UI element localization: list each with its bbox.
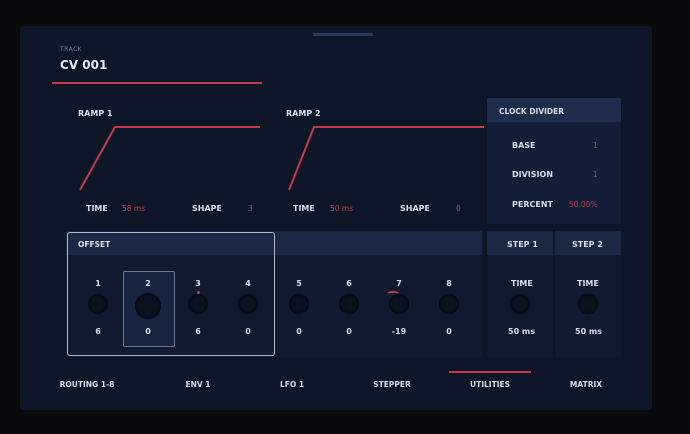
ramp1-time-value[interactable]: 58 ms (122, 204, 145, 213)
clock-divider-header: CLOCK DIVIDER (487, 98, 621, 122)
ramp2-time-label: TIME (293, 204, 315, 213)
offset-col-num: 2 (145, 279, 151, 288)
clock-divider-title: CLOCK DIVIDER (499, 107, 565, 116)
ramp1-time-label: TIME (86, 204, 108, 213)
clock-base-label: BASE (512, 141, 536, 150)
tab-env1[interactable]: ENV 1 (153, 380, 243, 389)
ramp1-envelope-graph (79, 126, 260, 191)
screen: TRACK CV 001 RAMP 1 TIME 58 ms SHAPE 3 R… (20, 26, 652, 410)
clock-percent-value[interactable]: 50.00% (569, 200, 598, 209)
tab-routing[interactable]: ROUTING 1-8 (42, 380, 132, 389)
offset-col-value: 0 (446, 327, 452, 336)
offset-col-num: 8 (446, 279, 452, 288)
offset-col-value: 0 (245, 327, 251, 336)
ramp1-panel[interactable]: RAMP 1 TIME 58 ms SHAPE 3 (60, 96, 270, 226)
clock-percent-label: PERCENT (512, 200, 553, 209)
ramp1-shape-label: SHAPE (192, 204, 222, 213)
step1-knob[interactable] (510, 294, 530, 314)
offset-col-num: 7 (396, 279, 402, 288)
ramp2-shape-label: SHAPE (400, 204, 430, 213)
offset-knob[interactable] (88, 294, 108, 314)
offset-knob[interactable] (135, 293, 161, 319)
offset-col-num: 4 (245, 279, 251, 288)
offset-knob[interactable] (339, 294, 359, 314)
offset-col-value: 0 (296, 327, 302, 336)
ramp1-shape-value[interactable]: 3 (248, 204, 253, 213)
device-bezel: TRACK CV 001 RAMP 1 TIME 58 ms SHAPE 3 R… (0, 0, 690, 434)
offset-col-value: 0 (346, 327, 352, 336)
step2-panel[interactable]: STEP 2 TIME 50 ms (555, 231, 621, 357)
offset-knob[interactable] (238, 294, 258, 314)
offset-col-value: 6 (95, 327, 101, 336)
ramp2-envelope-graph (288, 126, 484, 191)
offset-col-value: -19 (391, 327, 407, 336)
track-underline (52, 82, 262, 84)
clock-base-value[interactable]: 1 (593, 141, 598, 150)
step1-panel[interactable]: STEP 1 TIME 50 ms (487, 231, 553, 357)
offset-panel: OFFSET 1 6 2 0 3 6 4 0 5 0 6 0 7 -19 8 0 (66, 231, 482, 357)
ramp2-shape-value[interactable]: 0 (456, 204, 461, 213)
step1-title: STEP 1 (507, 240, 538, 249)
offset-knob[interactable] (439, 294, 459, 314)
clock-division-value[interactable]: 1 (593, 170, 598, 179)
step1-time-label: TIME (511, 279, 533, 288)
track-label: TRACK (60, 46, 83, 53)
tab-lfo1[interactable]: LFO 1 (247, 380, 337, 389)
ramp1-title: RAMP 1 (78, 109, 113, 118)
offset-knob[interactable] (188, 294, 208, 314)
screen-notch (313, 33, 373, 36)
active-tab-indicator (449, 371, 531, 373)
offset-col-num: 6 (346, 279, 352, 288)
step2-time-label: TIME (577, 279, 599, 288)
offset-col-num: 3 (195, 279, 201, 288)
tab-stepper[interactable]: STEPPER (347, 380, 437, 389)
offset-col-num: 1 (95, 279, 101, 288)
offset-col-num: 5 (296, 279, 302, 288)
ramp2-title: RAMP 2 (286, 109, 321, 118)
tab-matrix[interactable]: MATRIX (541, 380, 631, 389)
step2-knob[interactable] (578, 294, 598, 314)
track-name[interactable]: CV 001 (60, 58, 107, 72)
offset-col-value: 6 (195, 327, 201, 336)
offset-col-value: 0 (145, 327, 151, 336)
offset-knob[interactable] (289, 294, 309, 314)
offset-knob[interactable] (389, 294, 409, 314)
ramp2-panel[interactable]: RAMP 2 TIME 50 ms SHAPE 0 (270, 96, 485, 226)
clock-divider-panel[interactable]: CLOCK DIVIDER BASE 1 DIVISION 1 PERCENT … (487, 98, 621, 224)
tab-utilities[interactable]: UTILITIES (445, 380, 535, 389)
ramp2-time-value[interactable]: 50 ms (330, 204, 353, 213)
clock-division-label: DIVISION (512, 170, 554, 179)
step1-time-value: 50 ms (508, 327, 536, 336)
step2-time-value: 50 ms (575, 327, 603, 336)
step2-title: STEP 2 (572, 240, 603, 249)
